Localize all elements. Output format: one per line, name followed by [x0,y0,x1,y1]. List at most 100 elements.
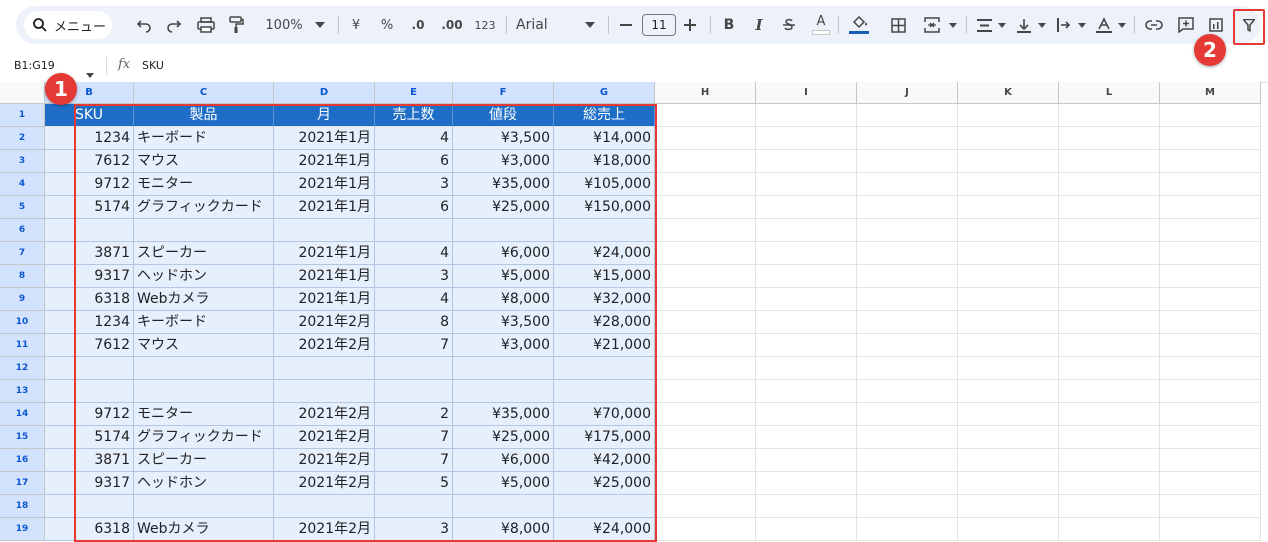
empty-cell[interactable] [1160,311,1261,334]
paint-format-icon[interactable] [224,6,248,44]
empty-cell[interactable] [1059,104,1160,127]
italic-button[interactable]: I [748,6,770,44]
currency-format-button[interactable]: ¥ [346,6,366,44]
table-cell[interactable]: ¥21,000 [554,334,655,357]
select-all-corner[interactable] [0,82,45,104]
table-cell[interactable]: 1234 [45,127,134,150]
font-size-input[interactable]: 11 [642,14,676,36]
empty-cell[interactable] [1160,334,1261,357]
table-cell[interactable]: 2021年1月 [274,242,375,265]
chevron-down-icon[interactable] [86,63,94,82]
row-header-18[interactable]: 18 [0,495,45,518]
empty-cell[interactable] [655,173,756,196]
table-cell[interactable]: ¥25,000 [453,196,554,219]
empty-cell[interactable] [655,403,756,426]
table-cell[interactable]: ¥3,500 [453,311,554,334]
row-header-2[interactable]: 2 [0,127,45,150]
row-header-5[interactable]: 5 [0,196,45,219]
empty-cell[interactable] [857,449,958,472]
row-header-12[interactable]: 12 [0,357,45,380]
table-cell[interactable]: 2021年2月 [274,334,375,357]
empty-cell[interactable] [958,311,1059,334]
col-header-G[interactable]: G [554,82,655,104]
empty-cell[interactable] [857,219,958,242]
empty-cell[interactable] [1160,495,1261,518]
empty-cell[interactable] [857,403,958,426]
table-cell[interactable]: 2021年1月 [274,150,375,173]
table-cell[interactable] [554,219,655,242]
row-header-4[interactable]: 4 [0,173,45,196]
empty-cell[interactable] [958,219,1059,242]
undo-icon[interactable] [132,6,156,44]
empty-cell[interactable] [857,495,958,518]
empty-cell[interactable] [756,288,857,311]
table-cell[interactable]: 9317 [45,472,134,495]
fill-color-icon[interactable] [846,6,872,44]
borders-icon[interactable] [886,6,910,44]
table-cell[interactable]: ¥32,000 [554,288,655,311]
empty-cell[interactable] [958,472,1059,495]
empty-cell[interactable] [655,380,756,403]
empty-cell[interactable] [857,357,958,380]
text-rotation-icon[interactable] [1092,6,1116,44]
empty-cell[interactable] [1059,357,1160,380]
empty-cell[interactable] [756,150,857,173]
table-cell[interactable] [45,219,134,242]
empty-cell[interactable] [958,380,1059,403]
table-cell[interactable]: グラフィックカード [134,196,274,219]
table-cell[interactable]: ¥25,000 [453,426,554,449]
row-header-14[interactable]: 14 [0,403,45,426]
row-header-19[interactable]: 19 [0,518,45,541]
empty-cell[interactable] [655,426,756,449]
table-cell[interactable]: 2021年2月 [274,472,375,495]
table-cell[interactable]: ¥3,500 [453,127,554,150]
empty-cell[interactable] [857,265,958,288]
print-icon[interactable] [194,6,218,44]
table-cell[interactable]: スピーカー [134,449,274,472]
empty-cell[interactable] [857,518,958,541]
empty-cell[interactable] [756,357,857,380]
table-cell[interactable]: 2021年2月 [274,449,375,472]
table-cell[interactable]: 4 [375,127,453,150]
empty-cell[interactable] [1160,288,1261,311]
link-icon[interactable] [1142,6,1166,44]
table-cell[interactable] [134,219,274,242]
col-header-D[interactable]: D [274,82,375,104]
empty-cell[interactable] [958,265,1059,288]
col-header-M[interactable]: M [1160,82,1261,104]
empty-cell[interactable] [958,495,1059,518]
table-cell[interactable]: ¥6,000 [453,242,554,265]
empty-cell[interactable] [1059,495,1160,518]
empty-cell[interactable] [756,311,857,334]
col-header-K[interactable]: K [958,82,1059,104]
empty-cell[interactable] [1059,150,1160,173]
table-cell[interactable]: 2021年1月 [274,127,375,150]
empty-cell[interactable] [1160,449,1261,472]
table-cell[interactable]: 7 [375,426,453,449]
menu-search-button[interactable]: メニュー [24,11,112,39]
table-cell[interactable] [45,357,134,380]
row-header-6[interactable]: 6 [0,219,45,242]
row-header-7[interactable]: 7 [0,242,45,265]
table-cell[interactable]: 8 [375,311,453,334]
row-header-10[interactable]: 10 [0,311,45,334]
table-cell[interactable]: 3871 [45,449,134,472]
empty-cell[interactable] [1160,472,1261,495]
empty-cell[interactable] [1160,127,1261,150]
redo-icon[interactable] [162,6,186,44]
row-header-17[interactable]: 17 [0,472,45,495]
table-cell[interactable]: ¥105,000 [554,173,655,196]
zoom-select[interactable]: 100% [258,6,310,44]
table-cell[interactable]: ¥14,000 [554,127,655,150]
empty-cell[interactable] [1160,357,1261,380]
insert-comment-icon[interactable] [1174,6,1198,44]
table-cell[interactable]: 7 [375,334,453,357]
table-cell[interactable] [554,495,655,518]
name-box[interactable]: B1:G19 [14,59,55,72]
empty-cell[interactable] [655,334,756,357]
table-cell[interactable]: ¥3,000 [453,334,554,357]
col-header-H[interactable]: H [655,82,756,104]
chevron-down-icon[interactable] [1116,6,1128,44]
table-cell[interactable]: ¥25,000 [554,472,655,495]
table-cell[interactable] [274,380,375,403]
